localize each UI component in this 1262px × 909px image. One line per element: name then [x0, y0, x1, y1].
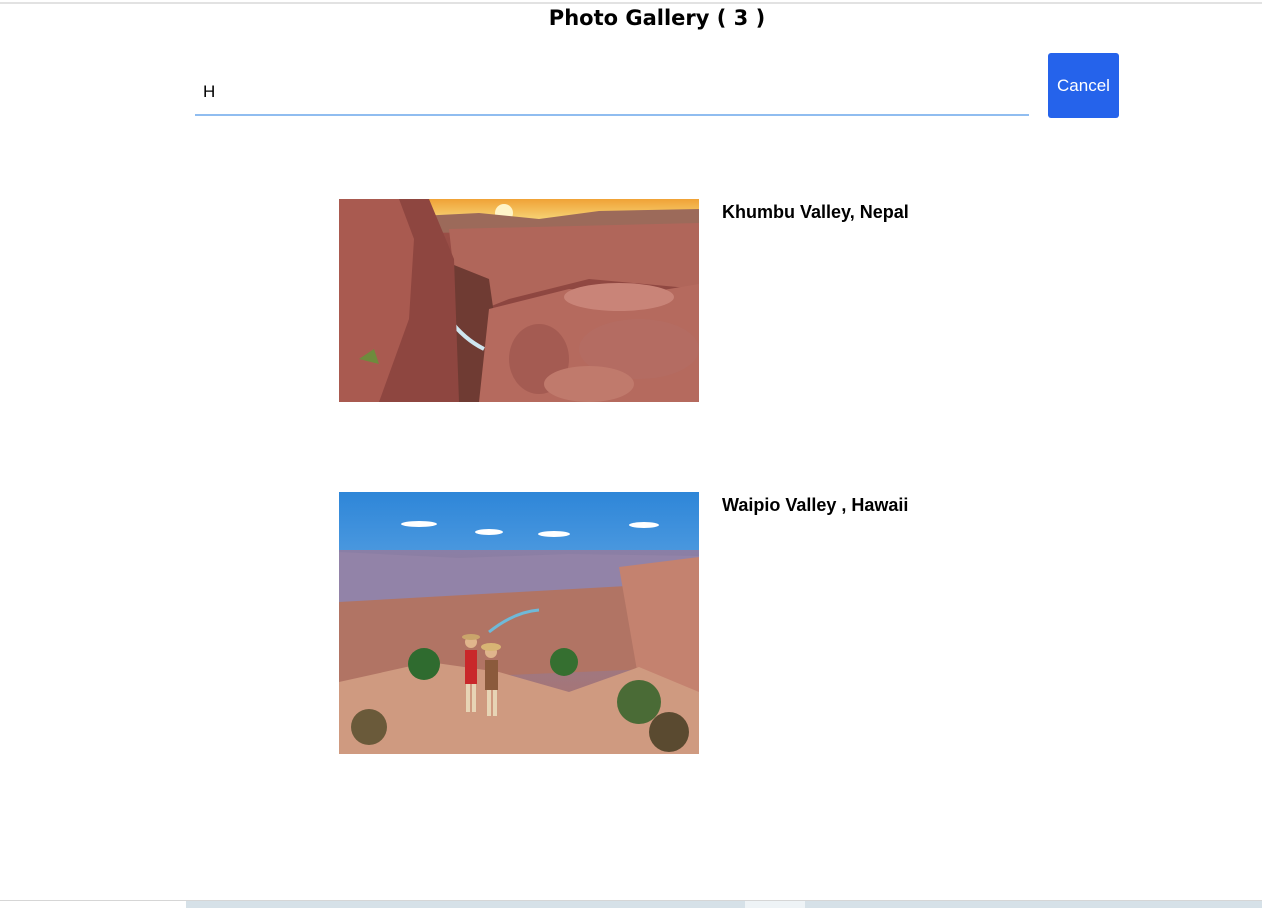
cancel-button[interactable]: Cancel	[1048, 53, 1119, 118]
photo-label: Waipio Valley , Hawaii	[722, 495, 909, 515]
scrollbar-thumb[interactable]	[186, 901, 1262, 908]
top-border	[0, 2, 1262, 4]
search-input[interactable]	[195, 70, 1029, 116]
photo-canyon-sunset[interactable]	[339, 199, 699, 402]
page-title: Photo Gallery ( 3 )	[548, 6, 766, 30]
photo-label: Khumbu Valley, Nepal	[722, 202, 909, 222]
photo-canyon-hikers[interactable]	[339, 492, 699, 754]
scrollbar-segment	[745, 901, 805, 908]
